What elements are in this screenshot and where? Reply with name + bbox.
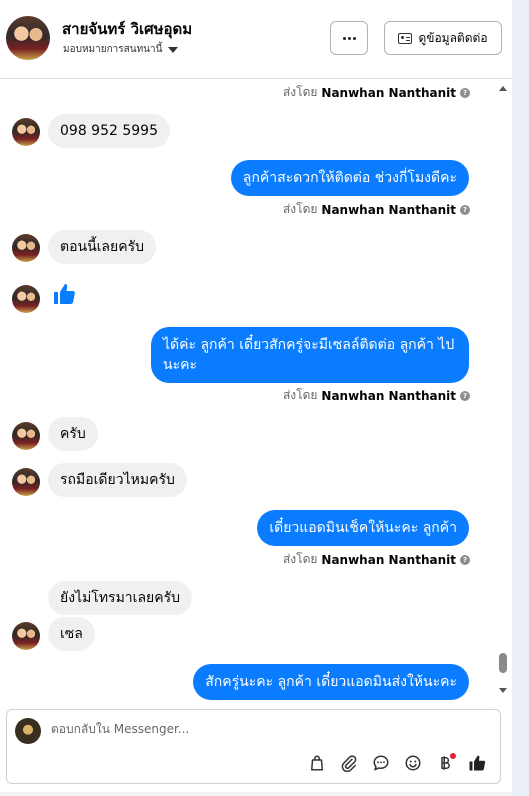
sent-by-label: ส่งโดย Nanwhan Nanthanit ? bbox=[283, 550, 470, 569]
message-thread[interactable]: ส่งโดย Nanwhan Nanthanit ? 098 952 5995 … bbox=[0, 80, 512, 700]
more-options-button[interactable] bbox=[330, 21, 368, 55]
conversation-header: สายจันทร์ วิเศษอุดม มอบหมายการสนทนานี้ ด… bbox=[0, 0, 512, 79]
contact-avatar[interactable] bbox=[6, 16, 50, 60]
sender-avatar[interactable] bbox=[12, 622, 40, 650]
thumbs-up-icon[interactable] bbox=[466, 752, 488, 774]
sent-by-prefix: ส่งโดย bbox=[282, 202, 318, 216]
quick-reply-icon[interactable] bbox=[370, 752, 392, 774]
reply-input[interactable] bbox=[51, 722, 471, 736]
assign-conversation-dropdown[interactable]: มอบหมายการสนทนานี้ bbox=[63, 42, 179, 57]
shopping-bag-icon[interactable] bbox=[306, 752, 328, 774]
received-message[interactable]: ยังไม่โทรมาเลยครับ bbox=[48, 581, 193, 615]
notification-dot bbox=[450, 753, 456, 759]
sent-by-name: Nanwhan Nanthanit bbox=[321, 388, 456, 403]
emoji-icon[interactable] bbox=[402, 752, 424, 774]
scroll-up-arrow[interactable] bbox=[499, 86, 507, 91]
sent-by-prefix: ส่งโดย bbox=[282, 552, 318, 566]
sent-message[interactable]: สักครู่นะคะ ลูกค้า เดี๋ยวแอดมินส่งให้นะค… bbox=[193, 664, 469, 700]
contact-card-icon bbox=[398, 32, 413, 44]
received-message[interactable]: ครับ bbox=[48, 417, 98, 451]
info-icon[interactable]: ? bbox=[460, 204, 470, 215]
window-edge bbox=[512, 0, 529, 796]
thumbs-up-icon[interactable] bbox=[52, 282, 76, 306]
sent-message[interactable]: ได้ค่ะ ลูกค้า เดี๋ยวสักครู่จะมีเซลล์ติดต… bbox=[151, 327, 469, 383]
scroll-down-arrow[interactable] bbox=[499, 688, 507, 693]
sent-by-label: ส่งโดย Nanwhan Nanthanit ? bbox=[283, 83, 470, 102]
received-message[interactable]: ตอนนี้เลยครับ bbox=[48, 230, 156, 264]
contact-name[interactable]: สายจันทร์ วิเศษอุดม bbox=[62, 17, 192, 41]
sent-message[interactable]: เดี๋ยวแอดมินเช็คให้นะคะ ลูกค้า bbox=[257, 510, 469, 546]
page-avatar bbox=[15, 718, 41, 744]
received-message[interactable]: รถมือเดียวไหมครับ bbox=[48, 463, 187, 497]
sent-by-prefix: ส่งโดย bbox=[282, 85, 318, 99]
composer-toolbar bbox=[306, 752, 488, 774]
assign-label: มอบหมายการสนทนานี้ bbox=[63, 44, 163, 55]
scrollbar-thumb[interactable] bbox=[499, 653, 507, 673]
info-icon[interactable]: ? bbox=[460, 87, 470, 98]
sent-by-label: ส่งโดย Nanwhan Nanthanit ? bbox=[283, 200, 470, 219]
more-icon bbox=[342, 36, 356, 40]
baht-icon[interactable] bbox=[434, 752, 456, 774]
bottom-divider bbox=[0, 792, 512, 796]
message-composer bbox=[6, 709, 501, 784]
sent-by-name: Nanwhan Nanthanit bbox=[321, 85, 456, 100]
attachment-icon[interactable] bbox=[338, 752, 360, 774]
sender-avatar[interactable] bbox=[12, 422, 40, 450]
sent-by-prefix: ส่งโดย bbox=[282, 388, 318, 402]
sent-by-name: Nanwhan Nanthanit bbox=[321, 552, 456, 567]
sender-avatar[interactable] bbox=[12, 285, 40, 313]
view-contact-button[interactable]: ดูข้อมูลติดต่อ bbox=[384, 21, 502, 55]
sent-message[interactable]: ลูกค้าสะดวกให้ติดต่อ ช่วงกี่โมงดีคะ bbox=[230, 160, 469, 196]
sender-avatar[interactable] bbox=[12, 118, 40, 146]
sent-by-label: ส่งโดย Nanwhan Nanthanit ? bbox=[283, 386, 470, 405]
received-message[interactable]: 098 952 5995 bbox=[48, 114, 170, 148]
view-contact-label: ดูข้อมูลติดต่อ bbox=[418, 30, 488, 45]
info-icon[interactable]: ? bbox=[460, 390, 470, 401]
sent-by-name: Nanwhan Nanthanit bbox=[321, 202, 456, 217]
sender-avatar[interactable] bbox=[12, 234, 40, 262]
sender-avatar[interactable] bbox=[12, 468, 40, 496]
info-icon[interactable]: ? bbox=[460, 554, 470, 565]
received-message[interactable]: เซล bbox=[48, 617, 95, 651]
caret-down-icon bbox=[168, 46, 179, 53]
